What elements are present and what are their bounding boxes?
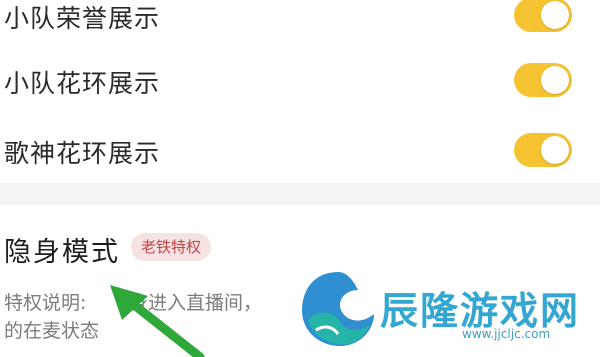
annotation-arrow-icon — [110, 285, 205, 357]
